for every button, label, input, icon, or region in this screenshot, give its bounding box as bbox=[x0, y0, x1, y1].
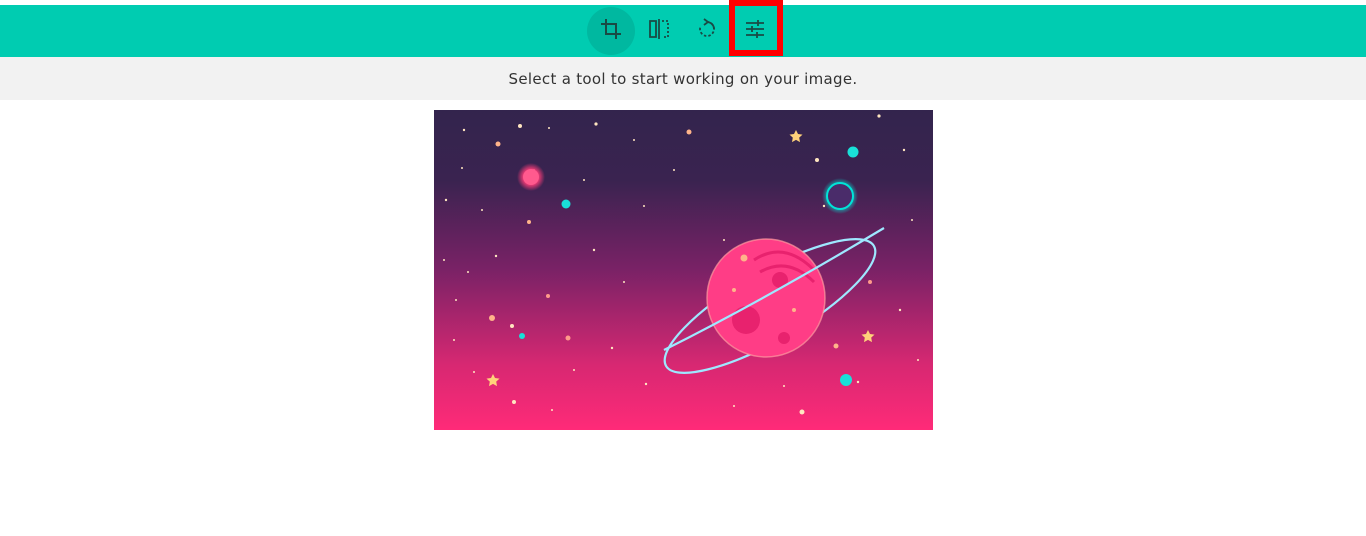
rotate-tool-button[interactable] bbox=[683, 7, 731, 55]
flip-icon bbox=[647, 17, 671, 45]
flip-tool-button[interactable] bbox=[635, 7, 683, 55]
crop-tool-button[interactable] bbox=[587, 7, 635, 55]
editor-toolbar bbox=[0, 5, 1366, 57]
image-canvas[interactable] bbox=[434, 110, 933, 430]
space-planet-illustration bbox=[434, 110, 933, 430]
sliders-icon bbox=[743, 17, 767, 45]
rotate-icon bbox=[695, 17, 719, 45]
hint-bar: Select a tool to start working on your i… bbox=[0, 57, 1366, 100]
crop-icon bbox=[599, 17, 623, 45]
adjust-tool-button[interactable] bbox=[731, 7, 779, 55]
hint-text: Select a tool to start working on your i… bbox=[508, 69, 858, 88]
